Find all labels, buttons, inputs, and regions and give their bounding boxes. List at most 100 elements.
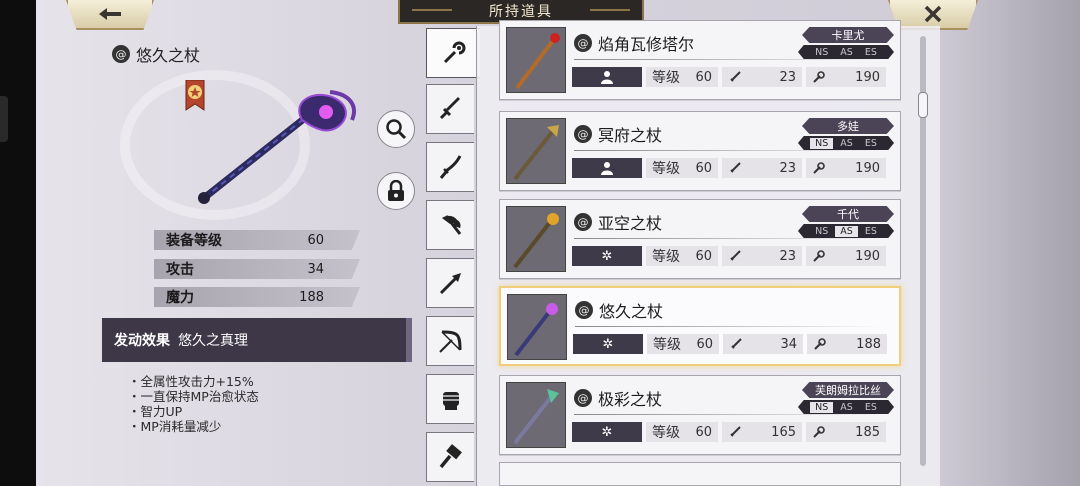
device-bezel: [0, 0, 36, 486]
item-name-text: 极彩之杖: [598, 390, 663, 409]
star-icon: ✲: [602, 336, 614, 352]
rank-ns: NS: [810, 137, 834, 149]
effect-label: 发动效果: [114, 333, 170, 349]
tab-bow[interactable]: [426, 316, 474, 366]
fist-icon: [442, 392, 459, 410]
level-label: 等级: [652, 249, 680, 265]
magic-cell: 188: [807, 334, 887, 354]
attack-value: 23: [779, 248, 796, 264]
level-cell: 等级 60: [646, 158, 718, 178]
sword-stat-icon: [731, 338, 742, 349]
level-label: 等级: [652, 425, 680, 441]
level-value: 60: [695, 160, 712, 176]
magic-value: 188: [856, 336, 881, 352]
item-thumbnail: [506, 206, 566, 272]
level-label: 等级: [652, 161, 680, 177]
lock-button[interactable]: [377, 172, 415, 210]
owner-tag: 千代: [802, 206, 894, 222]
item-type-icon: @: [574, 34, 592, 52]
level-value: 60: [695, 248, 712, 264]
effect-line: ・MP消耗量减少: [128, 419, 222, 434]
level-value: 60: [695, 69, 712, 85]
staff-icon: [443, 41, 465, 64]
staff-thumbnail-icon: [513, 389, 559, 445]
effect-line: ・全属性攻击力+15%: [128, 374, 254, 389]
item-name: @ 焰角瓦修塔尔: [574, 31, 694, 55]
item-name: @ 亚空之杖: [574, 210, 662, 234]
rank-ns: NS: [810, 401, 834, 413]
star-icon: ✲: [601, 248, 613, 264]
stat-row-magic: 魔力 188: [154, 287, 360, 307]
star-icon: ✲: [601, 424, 613, 440]
rank-es: ES: [864, 401, 877, 413]
item-stats: ✲ 等级 60 34 188: [573, 334, 887, 356]
item-type-icon: @: [575, 301, 593, 319]
item-thumbnail: [507, 294, 567, 360]
detail-item-name: 悠久之杖: [136, 46, 201, 65]
level-value: 60: [695, 424, 712, 440]
magic-cell: 190: [806, 158, 886, 178]
level-value: 60: [696, 336, 713, 352]
stat-label: 魔力: [166, 290, 194, 306]
item-card[interactable]: @ 亚空之杖 千代 NS AS ES ✲ 等级 60 23 190: [499, 199, 901, 279]
tab-hammer[interactable]: [426, 432, 474, 482]
item-card[interactable]: @ 焰角瓦修塔尔 卡里尤 NS AS ES 等级 60 23 190: [499, 20, 901, 100]
item-stats: ✲ 等级 60 165 185: [572, 422, 886, 444]
tab-staff[interactable]: [426, 28, 480, 78]
lock-icon: [388, 180, 404, 201]
hammer-icon: [439, 444, 462, 469]
spear-icon: [439, 273, 461, 295]
staff-stat-icon: [814, 338, 826, 350]
back-button[interactable]: [66, 0, 154, 30]
attack-cell: 165: [722, 422, 802, 442]
rank-as: AS: [840, 401, 853, 413]
item-stats: 等级 60 23 190: [572, 158, 886, 180]
item-card-selected[interactable]: @ 悠久之杖 ✲ 等级 60 34 188: [499, 286, 901, 366]
staff-thumbnail-icon: [513, 125, 559, 181]
tab-sword[interactable]: [426, 84, 474, 134]
scrollbar-thumb[interactable]: [918, 92, 928, 118]
item-card-partial[interactable]: [499, 462, 901, 486]
item-card[interactable]: @ 冥府之杖 多娃 NS AS ES 等级 60 23 190: [499, 111, 901, 191]
item-type-icon: @: [574, 389, 592, 407]
rank-tags: NS AS ES: [798, 400, 894, 414]
tab-axe[interactable]: [426, 200, 474, 250]
stat-value: 60: [307, 232, 324, 248]
staff-thumbnail-icon: [513, 213, 559, 269]
tab-katana[interactable]: [426, 142, 474, 192]
item-thumbnail: [506, 382, 566, 448]
close-x-icon: [924, 5, 942, 23]
effect-line: ・智力UP: [128, 404, 183, 419]
divider: [574, 59, 884, 60]
detail-title: @ 悠久之杖: [112, 42, 200, 66]
rank-ns: NS: [815, 225, 829, 237]
stat-value: 188: [299, 289, 324, 305]
tab-spear[interactable]: [426, 258, 474, 308]
item-card[interactable]: @ 极彩之杖 芙朗姆拉比丝 NS AS ES ✲ 等级 60 165 185: [499, 375, 901, 455]
rank-tags: NS AS ES: [798, 136, 894, 150]
item-stats: ✲ 等级 60 23 190: [572, 246, 886, 268]
person-icon: [601, 162, 613, 175]
rank-es: ES: [864, 137, 877, 149]
item-name: @ 悠久之杖: [575, 298, 663, 322]
magnifier-icon: [386, 119, 407, 140]
tab-fist[interactable]: [426, 374, 474, 424]
attack-value: 23: [779, 160, 796, 176]
sword-stat-icon: [730, 71, 741, 82]
level-cell: 等级 60: [646, 246, 718, 266]
stat-row-attack: 攻击 34: [154, 259, 360, 279]
sword-stat-icon: [730, 426, 741, 437]
item-name: @ 极彩之杖: [574, 386, 662, 410]
staff-stat-icon: [813, 162, 825, 174]
rank-as: AS: [840, 137, 853, 149]
rank-es: ES: [864, 225, 877, 237]
sword-icon: [439, 97, 460, 120]
attack-value: 165: [771, 424, 796, 440]
magic-cell: 190: [806, 246, 886, 266]
inspect-button[interactable]: [377, 110, 415, 148]
magic-value: 190: [855, 69, 880, 85]
stat-label: 装备等级: [166, 233, 222, 249]
magic-value: 190: [855, 160, 880, 176]
rank-ns: NS: [815, 46, 829, 58]
katana-icon: [439, 155, 461, 179]
